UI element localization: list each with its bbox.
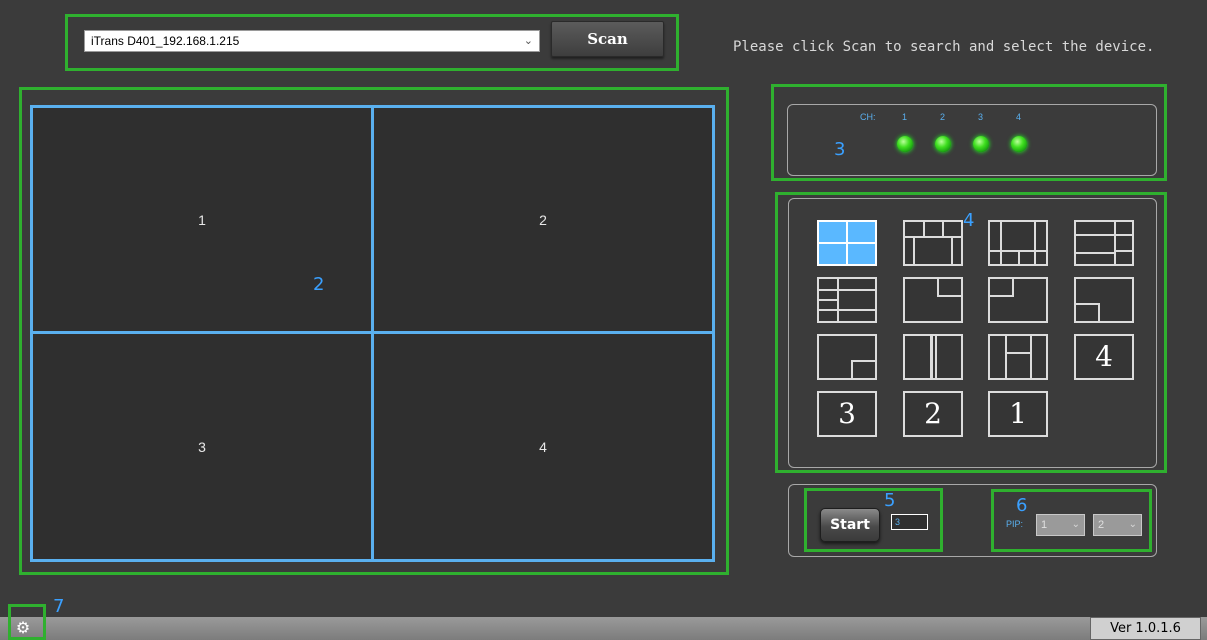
layout-center-column-option[interactable] bbox=[988, 334, 1048, 380]
pip-first-value: 1 bbox=[1041, 519, 1048, 531]
device-select-value: iTrans D401_192.168.1.215 bbox=[91, 34, 240, 48]
status-bar bbox=[0, 617, 1207, 640]
layout-channel-number: 2 bbox=[924, 397, 942, 430]
layout-divider bbox=[1076, 234, 1132, 236]
pip-first-select[interactable]: 1 ⌄ bbox=[1036, 514, 1085, 536]
layout-divider bbox=[923, 222, 925, 236]
layout-channel-2-option[interactable]: 2 bbox=[903, 391, 963, 437]
chevron-down-icon: ⌄ bbox=[1128, 519, 1137, 530]
layout-channel-number: 4 bbox=[1095, 340, 1113, 373]
layout-divider bbox=[951, 238, 953, 264]
channel-status-led-4 bbox=[1011, 136, 1027, 152]
layout-left-main-right-stack-option[interactable] bbox=[1074, 220, 1134, 266]
preview-cell-label: 4 bbox=[539, 438, 547, 455]
channel-label: CH: bbox=[860, 112, 876, 122]
layout-divider bbox=[1114, 222, 1116, 264]
version-label: Ver 1.0.1.6 bbox=[1090, 617, 1201, 640]
layout-channel-1-option[interactable]: 1 bbox=[988, 391, 1048, 437]
preview-cell-label: 1 bbox=[198, 211, 206, 228]
annotation-label-4: 4 bbox=[963, 210, 975, 231]
channel-number-3: 3 bbox=[978, 112, 984, 122]
layout-divider bbox=[1076, 303, 1100, 305]
layout-pip-bottom-right-option[interactable] bbox=[817, 334, 877, 380]
preview-cell-3[interactable]: 3 bbox=[30, 331, 374, 562]
layout-divider bbox=[1076, 252, 1116, 254]
pip-label: PIP: bbox=[1006, 519, 1024, 529]
preview-cell-2[interactable]: 2 bbox=[371, 105, 715, 334]
preview-cell-4[interactable]: 4 bbox=[371, 331, 715, 562]
layout-pip-bottom-left-option[interactable] bbox=[1074, 277, 1134, 323]
chevron-down-icon: ⌄ bbox=[523, 35, 533, 47]
layout-divider bbox=[1034, 222, 1036, 264]
layout-divider bbox=[851, 360, 875, 362]
layout-divider bbox=[819, 242, 875, 244]
layout-center-main-option[interactable] bbox=[988, 220, 1048, 266]
layout-channel-number: 3 bbox=[838, 397, 856, 430]
channel-status-led-1 bbox=[897, 136, 913, 152]
channel-number-2: 2 bbox=[940, 112, 946, 122]
layout-divider bbox=[1007, 352, 1031, 354]
layout-quad-option[interactable] bbox=[817, 220, 877, 266]
layout-divider bbox=[942, 222, 944, 236]
pip-second-select[interactable]: 2 ⌄ bbox=[1093, 514, 1142, 536]
layout-split-vertical-option[interactable] bbox=[903, 334, 963, 380]
layout-channel-3-option[interactable]: 3 bbox=[817, 391, 877, 437]
start-button[interactable]: Start bbox=[820, 508, 880, 542]
annotation-label-7: 7 bbox=[53, 596, 65, 617]
layout-divider bbox=[990, 295, 1014, 297]
layout-channel-number: 1 bbox=[1009, 397, 1027, 430]
preview-cell-1[interactable]: 1 bbox=[30, 105, 374, 334]
layout-divider bbox=[819, 289, 875, 291]
layout-divider bbox=[1116, 250, 1132, 252]
annotation-label-2: 2 bbox=[313, 274, 325, 295]
chevron-down-icon: ⌄ bbox=[1071, 519, 1080, 530]
channel-status-led-2 bbox=[935, 136, 951, 152]
layout-divider bbox=[913, 238, 915, 264]
layout-divider bbox=[1000, 222, 1002, 264]
settings-button[interactable]: ⚙ bbox=[12, 617, 34, 639]
layout-divider bbox=[937, 295, 961, 297]
preview-cell-label: 2 bbox=[539, 211, 547, 228]
layout-divider bbox=[935, 336, 937, 378]
scan-button[interactable]: Scan bbox=[551, 21, 664, 57]
gear-icon: ⚙ bbox=[15, 618, 31, 637]
layout-divider bbox=[930, 336, 933, 378]
pip-second-value: 2 bbox=[1098, 519, 1105, 531]
layout-divider bbox=[819, 299, 839, 301]
layout-divider bbox=[1018, 252, 1020, 264]
annotation-label-6: 6 bbox=[1016, 495, 1028, 516]
layout-divider bbox=[1005, 336, 1007, 378]
preview-cell-label: 3 bbox=[198, 438, 206, 455]
channel-number-4: 4 bbox=[1016, 112, 1022, 122]
annotation-label-5: 5 bbox=[884, 490, 896, 511]
channel-status-led-3 bbox=[973, 136, 989, 152]
layout-pip-top-left-option[interactable] bbox=[988, 277, 1048, 323]
layout-pip-top-right-option[interactable] bbox=[903, 277, 963, 323]
channel-number-1: 1 bbox=[902, 112, 908, 122]
start-value-input[interactable]: 3 bbox=[891, 514, 928, 530]
layout-three-top-one-bottom-option[interactable] bbox=[903, 220, 963, 266]
layout-left-stack-option[interactable] bbox=[817, 277, 877, 323]
device-select[interactable]: iTrans D401_192.168.1.215 ⌄ bbox=[84, 30, 540, 52]
layout-divider bbox=[819, 309, 875, 311]
layout-divider bbox=[1030, 336, 1032, 378]
scan-hint-text: Please click Scan to search and select t… bbox=[733, 39, 1155, 55]
annotation-label-3: 3 bbox=[834, 139, 846, 160]
layout-divider bbox=[1098, 303, 1100, 321]
layout-channel-4-option[interactable]: 4 bbox=[1074, 334, 1134, 380]
layout-divider bbox=[851, 360, 853, 378]
